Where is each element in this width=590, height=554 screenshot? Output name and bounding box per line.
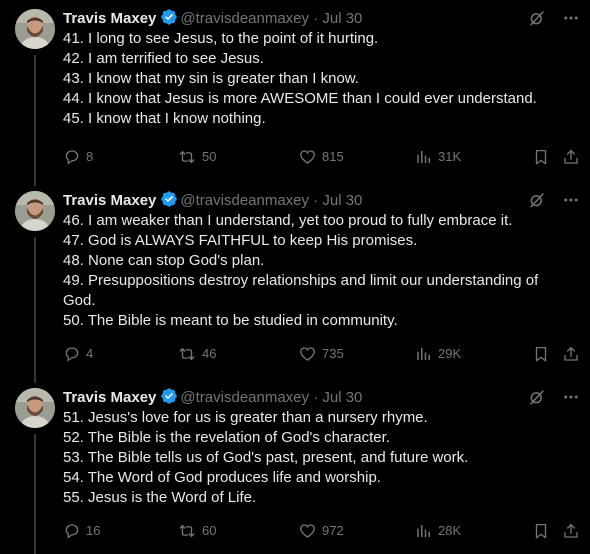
tweet-line: 51. Jesus's love for us is greater than …	[63, 409, 428, 426]
views-button[interactable]: 31K	[415, 147, 461, 167]
share-icon	[562, 148, 580, 166]
author-handle[interactable]: @travisdeanmaxey	[180, 192, 309, 209]
tweet-line: 48. None can stop God's plan.	[63, 252, 265, 269]
bookmark-icon	[532, 345, 550, 363]
separator: ·	[313, 389, 319, 406]
share-button[interactable]	[562, 344, 580, 364]
timestamp[interactable]: Jul 30	[322, 389, 362, 406]
like-button[interactable]: 815	[298, 147, 344, 167]
tweet-line: 49. Presuppositions destroy relationship…	[63, 272, 539, 289]
reply-icon	[63, 522, 81, 540]
author-name[interactable]: Travis Maxey	[63, 192, 156, 209]
thread-connector-line	[34, 376, 36, 383]
reply-count: 8	[86, 149, 94, 164]
avatar[interactable]	[15, 9, 55, 49]
retweet-icon	[177, 345, 197, 363]
views-icon	[415, 345, 433, 363]
author-name[interactable]: Travis Maxey	[63, 10, 156, 27]
retweet-button[interactable]: 50	[177, 147, 216, 167]
retweet-count: 60	[202, 523, 217, 538]
share-icon	[562, 522, 580, 540]
tweet-line: 54. The Word of God produces life and wo…	[63, 469, 381, 486]
action-bar: 16 60 972 28K	[63, 521, 583, 541]
like-icon	[298, 522, 317, 540]
retweet-icon	[177, 522, 197, 540]
reply-icon	[63, 148, 81, 166]
tweet[interactable]: Travis Maxey @travisdeanmaxey · Jul 30 51…	[0, 376, 590, 554]
avatar[interactable]	[15, 388, 55, 428]
tweet[interactable]: Travis Maxey @travisdeanmaxey · Jul 30 41…	[0, 0, 590, 180]
share-button[interactable]	[562, 521, 580, 541]
tweet-header: Travis Maxey @travisdeanmaxey · Jul 30	[63, 387, 362, 409]
views-icon	[415, 148, 433, 166]
views-icon	[415, 522, 433, 540]
reply-count: 4	[86, 346, 94, 361]
views-count: 28K	[438, 523, 462, 538]
views-button[interactable]: 28K	[415, 521, 461, 541]
reply-icon	[63, 345, 81, 363]
share-button[interactable]	[562, 147, 580, 167]
like-button[interactable]: 735	[298, 344, 344, 364]
like-count: 972	[322, 523, 344, 538]
author-handle[interactable]: @travisdeanmaxey	[180, 389, 309, 406]
thread-connector-line	[34, 55, 36, 180]
bookmark-button[interactable]	[532, 521, 550, 541]
reply-button[interactable]: 16	[63, 521, 100, 541]
thread-connector-line	[34, 237, 36, 378]
tweet-line: 45. I know that I know nothing.	[63, 110, 266, 127]
bookmark-button[interactable]	[532, 147, 550, 167]
tweet-line: 42. I am terrified to see Jesus.	[63, 50, 264, 67]
reply-button[interactable]: 8	[63, 147, 93, 167]
retweet-button[interactable]: 60	[177, 521, 216, 541]
like-count: 815	[322, 149, 344, 164]
tweet-header: Travis Maxey @travisdeanmaxey · Jul 30	[63, 190, 362, 212]
like-icon	[298, 345, 317, 363]
share-icon	[562, 345, 580, 363]
like-icon	[298, 148, 317, 166]
reply-count: 16	[86, 523, 101, 538]
like-button[interactable]: 972	[298, 521, 344, 541]
action-bar: 4 46 735 29K	[63, 344, 583, 364]
tweet-line: 44. I know that Jesus is more AWESOME th…	[63, 90, 537, 107]
tweet-line: 52. The Bible is the revelation of God's…	[63, 429, 390, 446]
timestamp[interactable]: Jul 30	[322, 192, 362, 209]
action-bar: 8 50 815 31K	[63, 147, 583, 167]
like-count: 735	[322, 346, 344, 361]
tweet-text: 46. I am weaker than I understand, yet t…	[63, 211, 578, 331]
bookmark-icon	[532, 148, 550, 166]
tweet-line: 53. The Bible tells us of God's past, pr…	[63, 449, 469, 466]
tweet-line: 50. The Bible is meant to be studied in …	[63, 312, 398, 329]
author-handle[interactable]: @travisdeanmaxey	[180, 10, 309, 27]
tweet-line: 46. I am weaker than I understand, yet t…	[63, 212, 513, 229]
tweet-header: Travis Maxey @travisdeanmaxey · Jul 30	[63, 8, 362, 30]
views-count: 29K	[438, 346, 462, 361]
reply-button[interactable]: 4	[63, 344, 93, 364]
retweet-button[interactable]: 46	[177, 344, 216, 364]
bookmark-button[interactable]	[532, 344, 550, 364]
tweet-line: 41. I long to see Jesus, to the point of…	[63, 30, 379, 47]
tweet-line: 55. Jesus is the Word of Life.	[63, 489, 257, 506]
views-button[interactable]: 29K	[415, 344, 461, 364]
tweet-line: 47. God is ALWAYS FAITHFUL to keep His p…	[63, 232, 418, 249]
bookmark-icon	[532, 522, 550, 540]
thread-connector-line	[34, 180, 36, 186]
tweet-line: 43. I know that my sin is greater than I…	[63, 70, 359, 87]
views-count: 31K	[438, 149, 462, 164]
retweet-count: 46	[202, 346, 217, 361]
thread-connector-line	[34, 434, 36, 554]
author-name[interactable]: Travis Maxey	[63, 389, 156, 406]
retweet-count: 50	[202, 149, 217, 164]
avatar[interactable]	[15, 191, 55, 231]
timestamp[interactable]: Jul 30	[322, 10, 362, 27]
tweet[interactable]: Travis Maxey @travisdeanmaxey · Jul 30 46…	[0, 180, 590, 378]
separator: ·	[313, 10, 319, 27]
tweet-text: 41. I long to see Jesus, to the point of…	[63, 29, 578, 129]
tweet-line: God.	[63, 292, 96, 309]
separator: ·	[313, 192, 319, 209]
tweet-text: 51. Jesus's love for us is greater than …	[63, 408, 578, 508]
retweet-icon	[177, 148, 197, 166]
